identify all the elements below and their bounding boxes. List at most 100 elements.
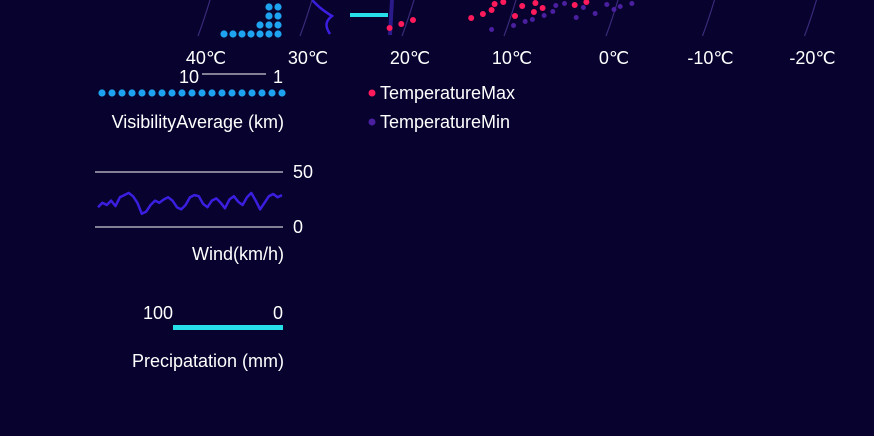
temperature-min-point	[541, 13, 547, 18]
visibility-stack-dot	[274, 21, 282, 29]
wind-legend: 50 0 Wind(km/h)	[95, 162, 313, 264]
visibility-dot	[158, 89, 166, 97]
precip-scale-left: 100	[143, 303, 173, 323]
wind-line	[97, 191, 283, 216]
visibility-dot	[98, 89, 106, 97]
temperature-min-point	[617, 4, 623, 9]
visibility-stack-dot	[256, 30, 264, 38]
temperature-max-point	[500, 0, 507, 5]
visibility-dot	[228, 89, 236, 97]
visibility-dot	[218, 89, 226, 97]
wind-tick-top: 50	[293, 162, 313, 182]
visibility-label: VisibilityAverage (km)	[112, 112, 284, 132]
visibility-stack-dot	[238, 30, 246, 38]
temperature-tick-label: -20℃	[789, 48, 835, 68]
temperature-max-point	[488, 7, 495, 13]
temperature-min-point	[573, 15, 579, 20]
precipitation-legend: 100 0 Precipatation (mm)	[132, 303, 284, 371]
temperature-min-point	[489, 27, 495, 32]
visibility-legend: 10 1 VisibilityAverage (km)	[98, 67, 286, 132]
visibility-dot	[138, 89, 146, 97]
temperature-max-point	[468, 15, 475, 21]
temperature-max-point	[571, 2, 578, 8]
visibility-dot	[238, 89, 246, 97]
visibility-dot	[208, 89, 216, 97]
temperature-min-point	[511, 23, 516, 28]
temperature-ring-arc	[197, 0, 211, 37]
temperature-ring-arc	[803, 0, 818, 37]
temperature-ring-arc	[701, 0, 716, 37]
visibility-dot	[108, 89, 116, 97]
temperature-min-point	[629, 1, 635, 6]
temperature-min-point	[562, 1, 567, 6]
temperature-max-point	[530, 9, 537, 15]
temperature-axis-ticks: 40℃ 30℃ 20℃ 10℃ 0℃ -10℃ -20℃	[186, 48, 836, 68]
visibility-dot	[168, 89, 176, 97]
temperature-tick-label: 30℃	[288, 48, 328, 68]
visibility-stack-dot	[274, 30, 282, 38]
visibility-stack-dot	[265, 30, 273, 38]
temperature-max-point	[539, 5, 546, 11]
temperature-tick-label: 10℃	[492, 48, 532, 68]
legend-max-label: TemperatureMax	[380, 83, 515, 103]
temperature-max-point	[479, 11, 486, 17]
stacked-visibility-dots	[220, 3, 282, 38]
visibility-dot	[258, 89, 266, 97]
visibility-scale-left: 10	[179, 67, 199, 87]
visibility-dot-row	[98, 89, 286, 97]
legend-min-marker	[368, 118, 376, 126]
temperature-min-point	[580, 5, 586, 10]
visibility-stack-dot	[265, 12, 273, 20]
visibility-stack-dot	[274, 12, 282, 20]
temperature-min-point	[553, 3, 559, 8]
visibility-stack-dot	[247, 30, 255, 38]
visibility-dot	[278, 89, 286, 97]
temperature-ring-arc	[299, 0, 313, 37]
precip-bar	[173, 325, 283, 330]
temperature-legend: TemperatureMax TemperatureMin	[368, 83, 515, 132]
wind-trace-partial	[311, 0, 335, 35]
precip-bar-partial	[350, 13, 388, 17]
visibility-stack-dot	[229, 30, 237, 38]
temperature-max-point	[512, 13, 518, 19]
temperature-min-point	[522, 19, 528, 24]
top-partial-visuals	[197, 0, 818, 38]
weather-chart: 40℃ 30℃ 20℃ 10℃ 0℃ -10℃ -20℃ TemperatureMax Te…	[95, 0, 836, 371]
visibility-stack-dot	[274, 3, 282, 11]
temperature-tick-label: -10℃	[687, 48, 733, 68]
temperature-max-point	[410, 17, 416, 23]
temperature-tick-label: 40℃	[186, 48, 226, 68]
visibility-stack-dot	[265, 21, 273, 29]
temperature-min-point	[550, 9, 556, 14]
visibility-stack-dot	[256, 21, 264, 29]
temperature-max-point	[519, 3, 526, 9]
precip-label: Precipatation (mm)	[132, 351, 284, 371]
temperature-min-point	[592, 11, 598, 16]
temperature-min-point	[604, 2, 610, 7]
temperature-max-point	[386, 25, 393, 31]
temperature-max-point	[491, 1, 498, 7]
visibility-scale-right: 1	[273, 67, 283, 87]
visibility-dot	[118, 89, 126, 97]
visibility-stack-dot	[220, 30, 228, 38]
temperature-tick-label: 0℃	[599, 48, 629, 68]
visibility-dot	[188, 89, 196, 97]
visibility-dot	[178, 89, 186, 97]
precip-scale-right: 0	[273, 303, 283, 323]
temperature-max-point	[532, 0, 539, 6]
legend-min-label: TemperatureMin	[380, 112, 510, 132]
temperature-max-point	[583, 0, 590, 5]
wind-label: Wind(km/h)	[192, 244, 284, 264]
visibility-dot	[128, 89, 136, 97]
temperature-max-point	[398, 21, 405, 27]
visibility-stack-dot	[265, 3, 273, 11]
temperature-min-point	[529, 17, 535, 22]
visibility-dot	[268, 89, 276, 97]
visibility-dot	[198, 89, 206, 97]
legend-max-marker	[368, 89, 376, 97]
temperature-rings	[197, 0, 818, 37]
visibility-dot	[248, 89, 256, 97]
visibility-dot	[148, 89, 156, 97]
temperature-tick-label: 20℃	[390, 48, 430, 68]
wind-tick-bottom: 0	[293, 217, 303, 237]
